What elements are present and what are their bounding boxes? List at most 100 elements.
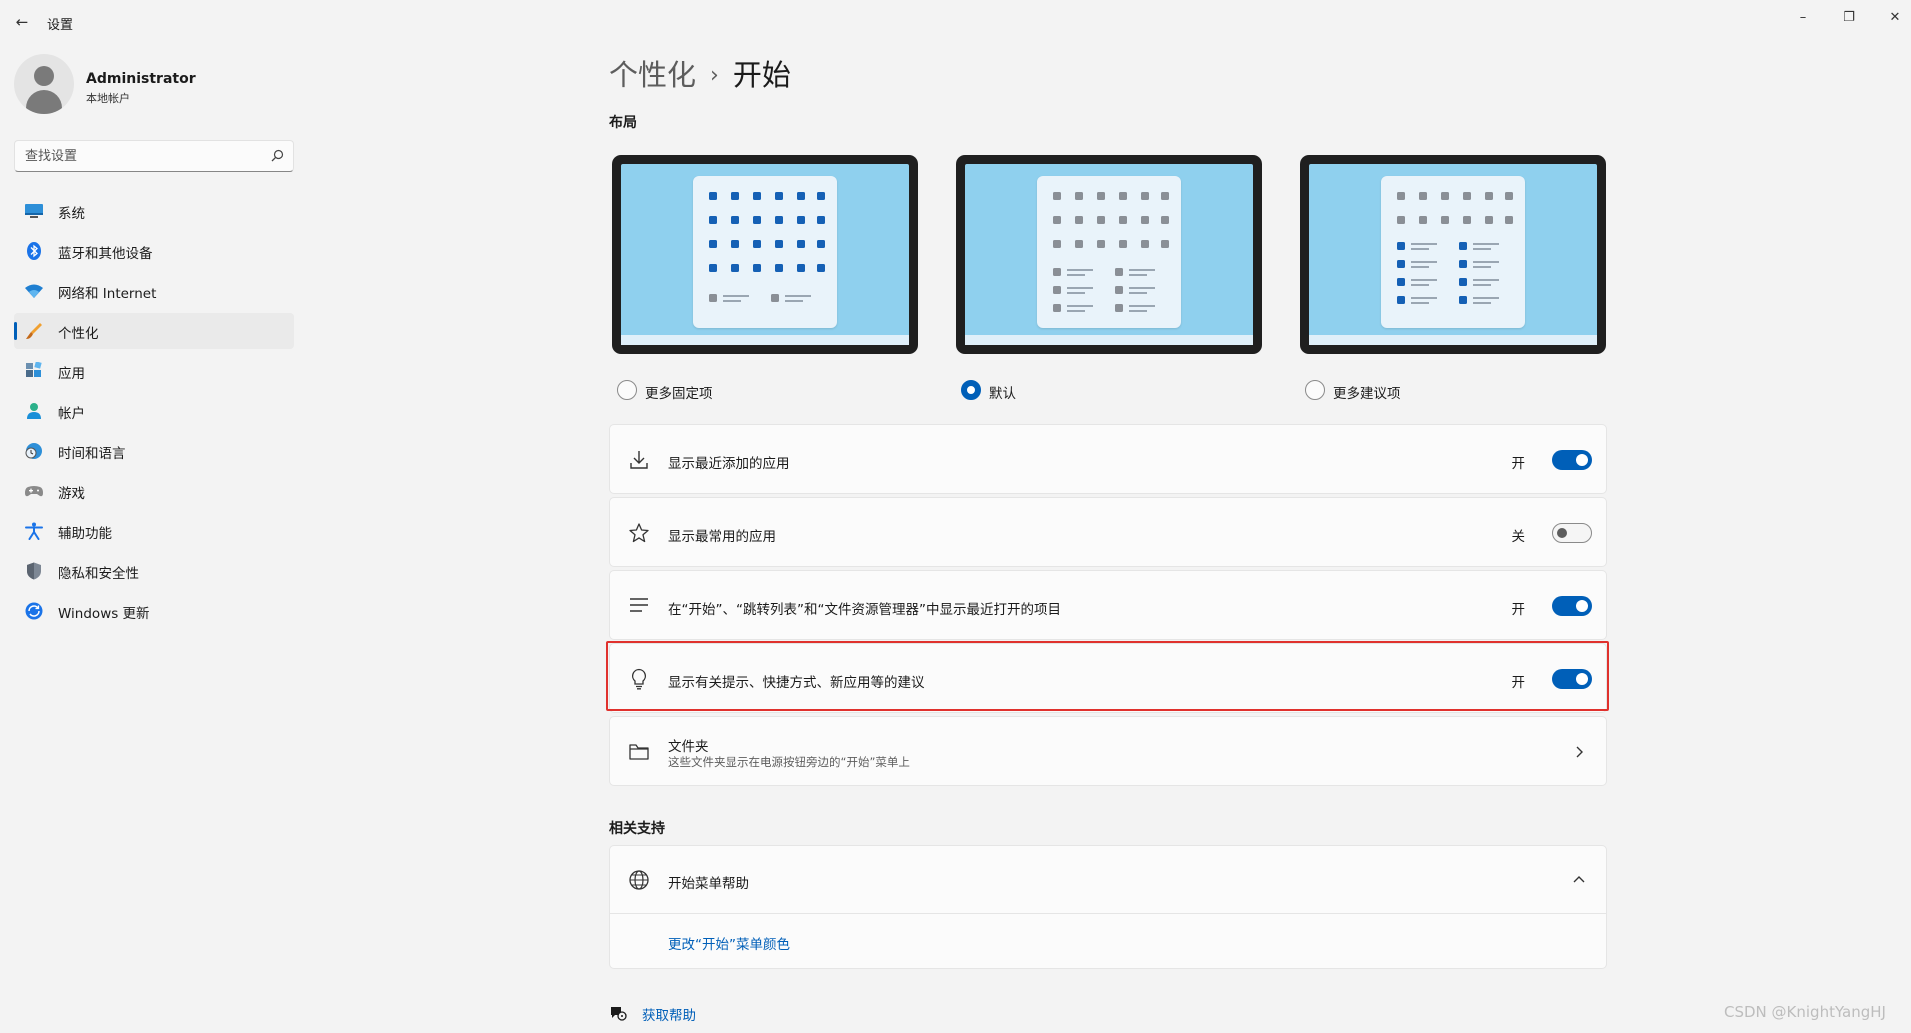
get-help-label: 获取帮助 [642,1008,696,1024]
setting-row-recently-opened[interactable]: 在“开始”、“跳转列表”和“文件资源管理器”中显示最近打开的项目 开 [609,570,1607,640]
radio-button[interactable] [1305,380,1325,400]
sidebar-item-label: 游戏 [58,486,85,502]
toggle-state-label: 开 [1511,456,1526,472]
wifi-icon [25,284,43,298]
layout-heading: 布局 [609,115,637,131]
setting-row-most-used[interactable]: 显示最常用的应用 关 [609,497,1607,567]
sidebar-item-label: 隐私和安全性 [58,566,139,582]
system-monitor-icon [25,204,43,218]
user-name: Administrator [86,71,196,87]
sidebar-item-network[interactable]: 网络和 Internet [14,273,294,309]
search-input[interactable] [15,141,255,171]
lightbulb-icon [632,668,646,690]
radio-label: 默认 [989,386,1016,402]
sidebar-item-bluetooth[interactable]: 蓝牙和其他设备 [14,233,294,269]
start-menu-help-title: 开始菜单帮助 [668,876,749,892]
layout-preview-more-pins[interactable] [612,155,918,354]
breadcrumb: 个性化 › 开始 [609,52,791,94]
sidebar-item-personalization[interactable]: 个性化 [14,313,294,349]
breadcrumb-parent[interactable]: 个性化 [609,58,696,92]
sidebar-item-time-language[interactable]: 时间和语言 [14,433,294,469]
app-title: 设置 [47,18,74,33]
sidebar-item-apps[interactable]: 应用 [14,353,294,389]
star-icon [629,523,649,543]
toggle-state-label: 开 [1511,675,1526,691]
toggle-switch[interactable] [1552,450,1592,470]
sidebar-item-windows-update[interactable]: Windows 更新 [14,593,294,629]
sidebar-item-label: 帐户 [58,406,85,422]
download-icon [630,451,648,469]
change-start-color-link[interactable]: 更改“开始”菜单颜色 [668,933,790,953]
radio-button[interactable] [961,380,981,400]
sidebar-item-label: Windows 更新 [58,606,150,622]
sidebar-item-label: 应用 [58,366,85,382]
back-arrow-icon[interactable]: ← [12,12,32,32]
setting-row-folders[interactable]: 文件夹 这些文件夹显示在电源按钮旁边的“开始”菜单上 [609,716,1607,786]
sidebar-item-label: 辅助功能 [58,526,112,542]
toggle-switch[interactable] [1552,669,1592,689]
user-card[interactable]: Administrator 本地帐户 [14,54,294,118]
layout-options: 更多固定项 默认 更多建议项 [609,155,1609,405]
setting-description: 这些文件夹显示在电源按钮旁边的“开始”菜单上 [668,755,910,769]
layout-preview-more-recommendations[interactable] [1300,155,1606,354]
help-chat-icon [611,1007,627,1021]
radio-label: 更多固定项 [645,386,713,402]
person-icon [27,403,41,419]
start-menu-preview [1381,176,1525,328]
start-menu-help-card: 开始菜单帮助 更改“开始”菜单颜色 [609,845,1607,969]
search-box [14,140,294,172]
title-bar: ← 设置 – ❐ ✕ [0,0,1911,44]
maximize-button[interactable]: ❐ [1826,4,1872,32]
setting-row-recently-added[interactable]: 显示最近添加的应用 开 [609,424,1607,494]
chevron-up-icon[interactable] [1572,873,1586,887]
accessibility-icon [25,522,43,540]
active-indicator [14,322,17,340]
layout-preview-default[interactable] [956,155,1262,354]
apps-icon [26,362,42,377]
globe-clock-icon [25,443,42,459]
sidebar-item-label: 系统 [58,206,85,222]
sidebar-item-label: 蓝牙和其他设备 [58,246,153,262]
setting-label: 显示最常用的应用 [668,529,776,545]
sidebar-item-label: 个性化 [58,326,99,342]
sidebar-item-label: 时间和语言 [58,446,126,462]
globe-icon [629,870,649,890]
start-menu-help-header[interactable]: 开始菜单帮助 [610,846,1606,914]
account-type: 本地帐户 [86,92,130,105]
sidebar-item-accounts[interactable]: 帐户 [14,393,294,429]
sidebar-item-gaming[interactable]: 游戏 [14,473,294,509]
close-button[interactable]: ✕ [1872,4,1911,32]
related-support-heading: 相关支持 [609,821,665,837]
watermark: CSDN @KnightYangHJ [1724,1003,1886,1021]
radio-label: 更多建议项 [1333,386,1401,402]
update-icon [25,602,43,620]
start-menu-preview [1037,176,1181,328]
avatar [14,54,74,114]
sidebar-nav: 系统 蓝牙和其他设备 网络和 Internet 个性化 应用 帐户 时间和语言 … [14,193,294,633]
setting-row-suggestions[interactable]: 显示有关提示、快捷方式、新应用等的建议 开 [609,643,1607,713]
setting-label: 显示最近添加的应用 [668,456,790,472]
breadcrumb-separator: › [710,63,719,88]
sidebar-item-label: 网络和 Internet [58,286,157,302]
start-menu-preview [693,176,837,328]
toggle-switch[interactable] [1552,596,1592,616]
search-icon[interactable] [269,148,285,164]
paintbrush-icon [26,323,42,339]
sidebar-item-system[interactable]: 系统 [14,193,294,229]
setting-label: 在“开始”、“跳转列表”和“文件资源管理器”中显示最近打开的项目 [668,602,1061,618]
chevron-right-icon[interactable] [1572,745,1586,759]
sidebar-item-privacy[interactable]: 隐私和安全性 [14,553,294,589]
folder-icon [629,744,649,760]
setting-label: 文件夹 [668,739,709,755]
list-lines-icon [630,598,648,612]
toggle-state-label: 开 [1511,602,1526,618]
page-title: 开始 [732,58,791,92]
radio-button[interactable] [617,380,637,400]
minimize-button[interactable]: – [1780,4,1826,32]
gamepad-icon [25,486,43,497]
sidebar-item-accessibility[interactable]: 辅助功能 [14,513,294,549]
toggle-state-label: 关 [1511,529,1526,545]
shield-icon [27,562,41,580]
setting-label: 显示有关提示、快捷方式、新应用等的建议 [668,675,925,691]
toggle-switch[interactable] [1552,523,1592,543]
